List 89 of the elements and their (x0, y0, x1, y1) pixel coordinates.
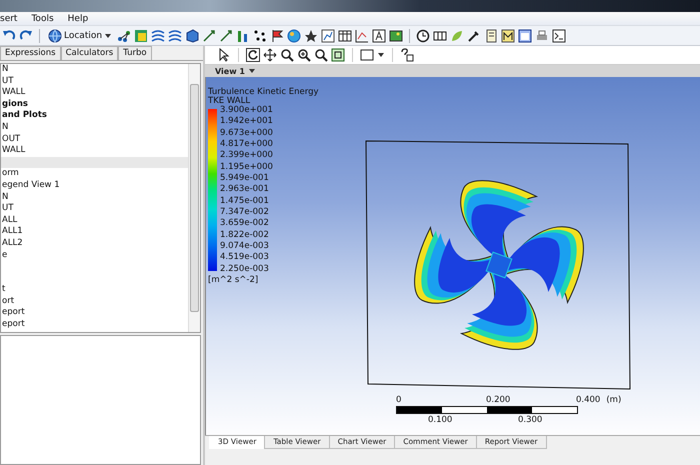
legend-value: 2.250e-003 (220, 264, 270, 274)
move-icon[interactable] (263, 48, 277, 62)
legend-value: 1.195e+000 (220, 162, 273, 172)
legend-value: 9.074e-003 (220, 242, 270, 252)
legend-value: 1.942e+001 (220, 117, 273, 126)
menu-item[interactable]: Tools (31, 14, 54, 24)
undo-icon[interactable] (2, 28, 16, 42)
panel-tab[interactable]: Turbo (118, 46, 152, 60)
tree-item[interactable]: ort (1, 296, 188, 308)
legend-value: 3.659e-002 (220, 219, 270, 228)
legend-value: 9.673e+000 (220, 128, 273, 138)
tree-item[interactable]: UT (1, 203, 188, 215)
fit-icon[interactable] (331, 48, 345, 62)
printer-icon[interactable] (535, 28, 550, 42)
tree-item[interactable]: e (1, 250, 188, 262)
scale-label: 0.300 (517, 415, 544, 425)
scale-label: 0.200 (486, 395, 512, 405)
legend-value: 4.817e+000 (220, 140, 273, 150)
menu-item[interactable]: sert (0, 14, 18, 24)
tree-item[interactable]: WALL (1, 145, 188, 157)
zoom-in-icon[interactable] (297, 48, 311, 62)
tree-item[interactable]: orm (1, 168, 188, 180)
terminal-icon[interactable] (552, 28, 566, 42)
tree-item[interactable]: egend View 1 (1, 180, 188, 192)
menu-item[interactable]: Help (68, 14, 88, 24)
tree-item[interactable]: ALL1 (1, 226, 188, 238)
image-icon[interactable] (389, 28, 404, 42)
tree-item[interactable]: gions (1, 98, 188, 110)
tree-item[interactable]: ALL (1, 214, 188, 226)
scale-label: 0.100 (427, 415, 454, 425)
dots-icon[interactable] (253, 28, 268, 42)
panel-tab[interactable]: Expressions (0, 46, 61, 60)
streamline-icon[interactable] (151, 28, 166, 42)
legend-value: 4.519e-003 (220, 253, 270, 262)
window-icon[interactable] (518, 28, 532, 42)
location-button[interactable]: Location (46, 28, 114, 44)
chart-icon[interactable] (321, 28, 336, 42)
tree-item[interactable]: WALL (1, 87, 188, 99)
scrollbar[interactable] (188, 64, 200, 332)
3d-viewport[interactable] (205, 77, 700, 435)
graph-icon[interactable] (355, 28, 370, 42)
legend-value: 3.900e+001 (220, 106, 273, 115)
cube-icon[interactable] (185, 28, 200, 42)
frame-icon[interactable] (360, 48, 374, 62)
legend-variable: TKE WALL (208, 97, 250, 106)
scale-label: 0.400 (576, 395, 600, 405)
document-icon[interactable] (484, 28, 498, 42)
help-icon[interactable] (400, 48, 414, 62)
rotate-icon[interactable] (246, 48, 260, 62)
vector-icon[interactable] (219, 28, 234, 42)
tree-item[interactable]: t (1, 284, 188, 296)
streamline-icon[interactable] (168, 28, 182, 42)
text-icon[interactable] (372, 28, 386, 42)
panel-tab[interactable]: Calculators (60, 46, 118, 60)
scale-unit: (m) (606, 395, 622, 405)
legend-value: 1.822e-002 (220, 230, 270, 240)
film-icon[interactable] (433, 28, 448, 42)
tree-item[interactable]: eport (1, 319, 188, 331)
legend-value: 2.963e-001 (220, 185, 270, 194)
macro-icon[interactable] (501, 28, 516, 42)
legend-value: 7.347e-002 (220, 208, 270, 218)
tree-item[interactable]: ALL2 (1, 238, 188, 250)
legend-title: Turbulence Kinetic Energy (208, 88, 319, 97)
globe-icon[interactable] (48, 28, 62, 42)
legend-value: 5.949e-001 (220, 174, 270, 184)
zoom-icon[interactable] (280, 48, 294, 62)
tree-item[interactable]: UT (1, 76, 188, 88)
zoom-icon[interactable] (314, 48, 328, 62)
tree-item[interactable]: N (1, 64, 188, 76)
tree-item[interactable]: OUT (1, 134, 188, 146)
pipette-icon[interactable] (467, 28, 482, 42)
flag-icon[interactable] (270, 28, 284, 42)
tree-item[interactable]: N (1, 122, 188, 134)
redo-icon[interactable] (19, 28, 33, 42)
legend-value: 1.475e-001 (220, 196, 270, 206)
table-icon[interactable] (338, 28, 352, 42)
view-title[interactable]: View 1 (215, 66, 245, 76)
tree-item[interactable]: N (1, 192, 188, 204)
clock-icon[interactable] (416, 28, 430, 42)
sphere-icon[interactable] (287, 28, 302, 42)
legend-value: 2.399e+000 (220, 151, 273, 160)
cursor-icon[interactable] (217, 48, 231, 62)
nodes-icon[interactable] (117, 28, 132, 42)
tree-item[interactable]: eport (1, 307, 188, 320)
scale-label: 0 (396, 395, 402, 405)
vector-icon[interactable] (202, 28, 216, 42)
tree-item[interactable]: and Plots (1, 110, 188, 122)
star-icon[interactable] (304, 28, 318, 42)
legend-units: [m^2 s^-2] (208, 275, 260, 285)
